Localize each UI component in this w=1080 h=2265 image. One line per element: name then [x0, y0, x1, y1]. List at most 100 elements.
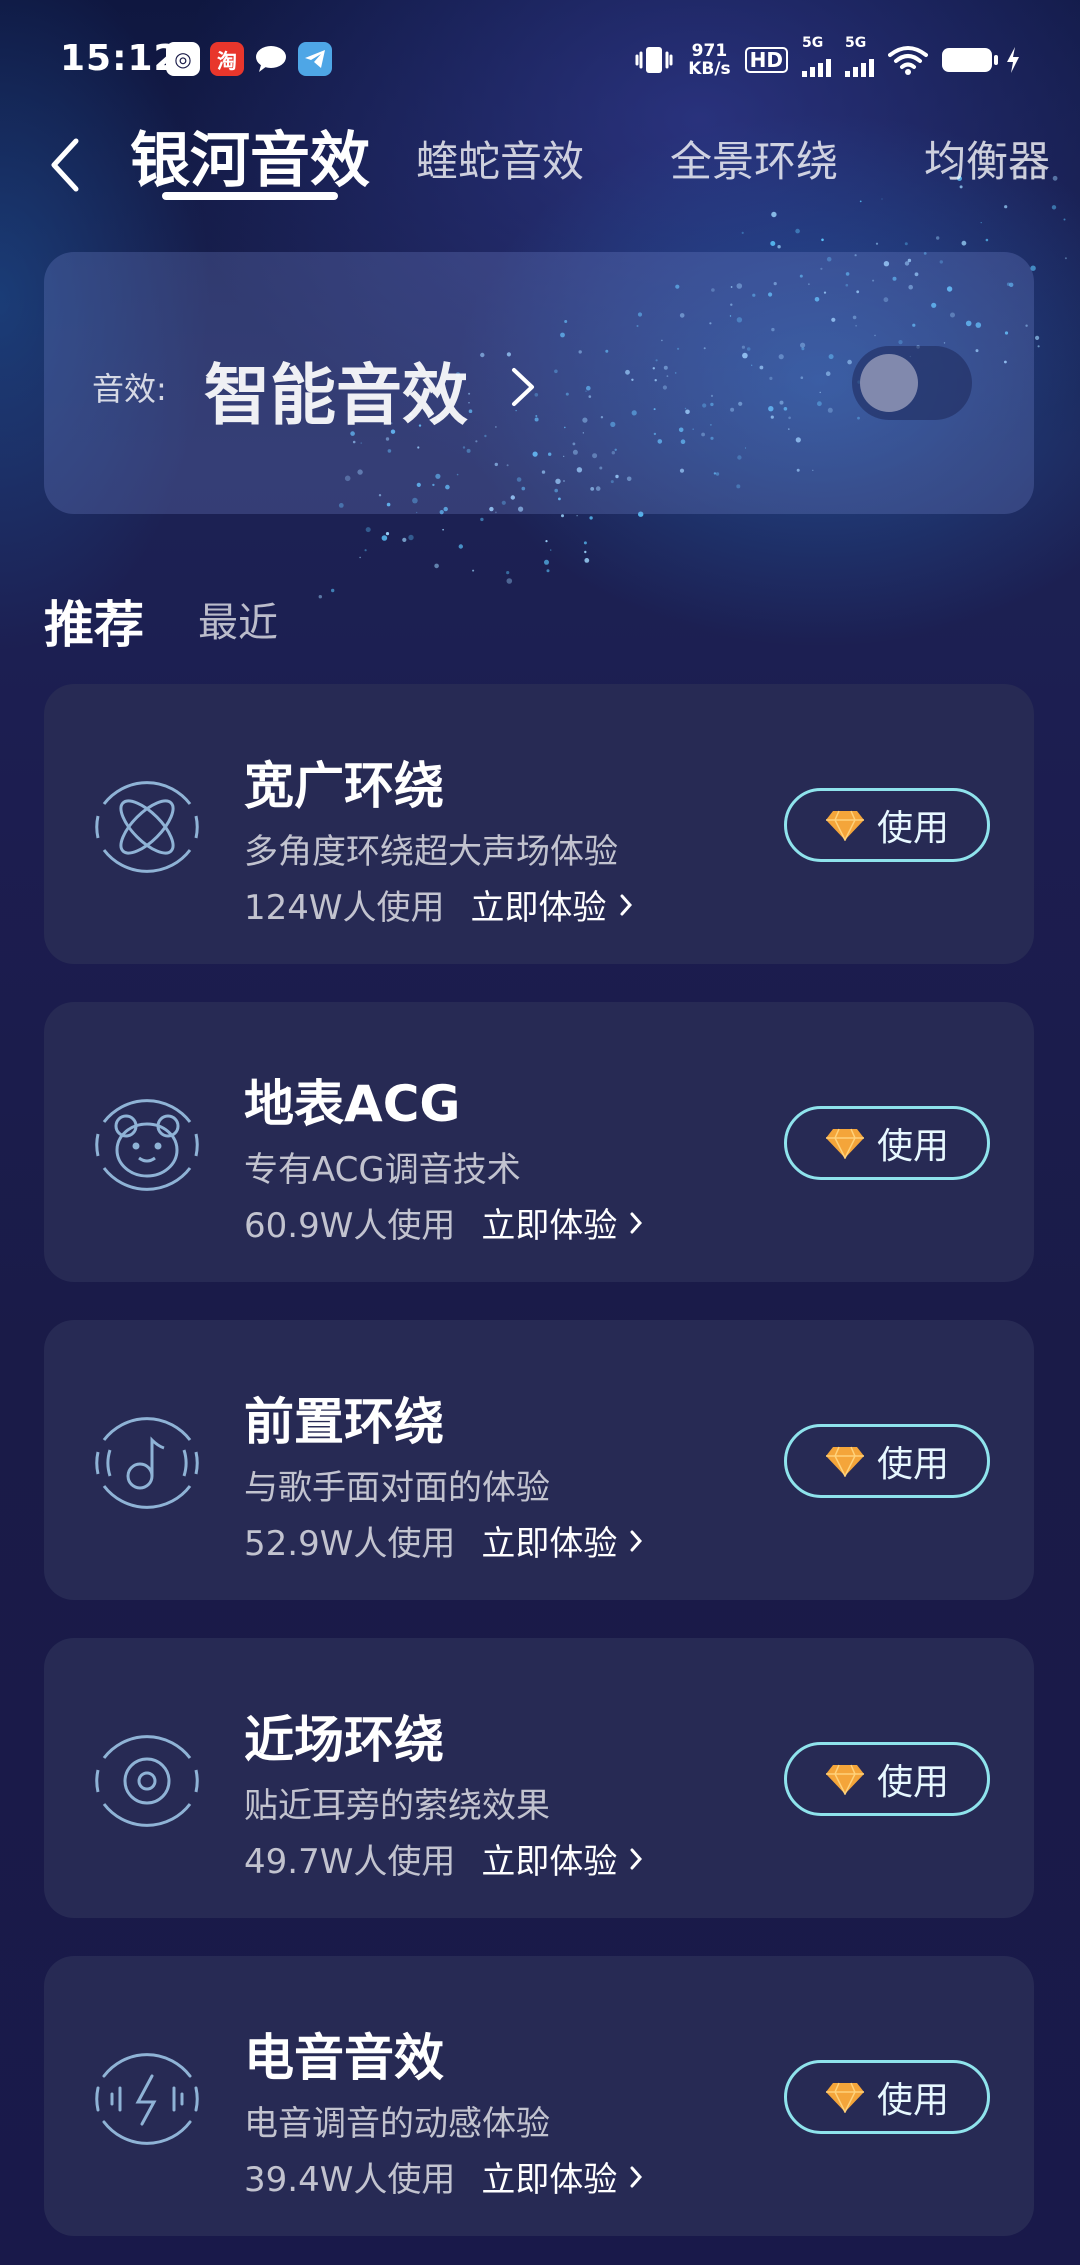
star-dot: [985, 238, 989, 242]
music-note-icon: [95, 1417, 199, 1509]
effect-card-front-surround[interactable]: 前置环绕 与歌手面对面的体验 52.9W人使用 立即体验 使用: [44, 1320, 1034, 1600]
use-button[interactable]: 使用: [784, 788, 990, 862]
star-dot: [544, 559, 549, 565]
effect-description: 与歌手面对面的体验: [244, 1468, 550, 1508]
star-dot: [408, 534, 414, 541]
vibrate-icon: [635, 47, 673, 73]
status-time: 15:12: [60, 38, 180, 79]
use-button-label: 使用: [876, 808, 949, 849]
effect-name: 地表ACG: [244, 1075, 461, 1133]
try-now-label: 立即体验: [481, 1842, 618, 1882]
star-dot: [364, 549, 367, 552]
effect-card-electronic[interactable]: 电音音效 电音调音的动感体验 39.4W人使用 立即体验 使用: [44, 1956, 1034, 2236]
chevron-right-icon: [630, 1212, 643, 1233]
effect-usage: 52.9W人使用 立即体验: [244, 1516, 643, 1565]
hd-badge: HD: [744, 47, 788, 73]
effect-card-wide-surround[interactable]: 宽广环绕 多角度环绕超大声场体验 124W人使用 立即体验 使用: [44, 684, 1034, 964]
use-button-label: 使用: [876, 2080, 949, 2121]
star-dot: [506, 578, 513, 584]
try-now-link[interactable]: 立即体验: [481, 1516, 643, 1565]
star-dot: [381, 535, 388, 541]
star-dot: [936, 236, 940, 240]
star-dot: [875, 242, 879, 245]
try-now-label: 立即体验: [470, 888, 607, 928]
effect-usage: 124W人使用 立即体验: [244, 880, 633, 929]
diamond-icon: [825, 810, 864, 841]
tab-panoramic-surround[interactable]: 全景环绕: [670, 128, 838, 189]
try-now-link[interactable]: 立即体验: [481, 2152, 643, 2201]
use-button-label: 使用: [876, 1762, 949, 1803]
tab-recommended[interactable]: 推荐: [44, 585, 144, 657]
atom-icon: [95, 781, 199, 873]
signal-1-label: 5G: [802, 35, 824, 51]
tab-viper-effects[interactable]: 蝰蛇音效: [416, 128, 584, 189]
star-dot: [1063, 218, 1066, 221]
star-dot: [771, 211, 777, 218]
star-dot: [434, 563, 439, 569]
use-button[interactable]: 使用: [784, 1424, 990, 1498]
effect-usage: 49.7W人使用 立即体验: [244, 1834, 643, 1883]
network-speed-unit: KB/s: [688, 59, 731, 79]
star-dot: [359, 556, 361, 559]
try-now-link[interactable]: 立即体验: [481, 1198, 643, 1247]
telegram-icon: [298, 42, 332, 76]
star-dot: [402, 537, 407, 543]
use-button[interactable]: 使用: [784, 1106, 990, 1180]
tab-equalizer[interactable]: 均衡器: [924, 128, 1050, 189]
chevron-right-icon[interactable]: [506, 364, 540, 410]
tab-recent[interactable]: 最近: [198, 590, 278, 648]
star-dot: [1035, 335, 1040, 340]
signal-1-icon: 5G: [802, 35, 831, 77]
charging-icon: [1007, 47, 1019, 73]
star-dot: [472, 569, 475, 572]
use-button[interactable]: 使用: [784, 2060, 990, 2134]
star-dot: [442, 528, 444, 531]
usage-count: 60.9W人使用: [244, 1206, 456, 1246]
taobao-icon: 淘: [210, 42, 244, 76]
try-now-label: 立即体验: [481, 1524, 618, 1564]
diamond-icon: [825, 1764, 864, 1795]
battery-icon: [942, 48, 998, 72]
chevron-right-icon: [630, 1530, 643, 1551]
try-now-label: 立即体验: [481, 2160, 618, 2200]
sound-effect-toggle[interactable]: [852, 346, 972, 420]
effect-card-acg[interactable]: 地表ACG 专有ACG调音技术 60.9W人使用 立即体验 使用: [44, 1002, 1034, 1282]
star-dot: [576, 515, 578, 517]
active-tab-indicator: [162, 192, 338, 200]
star-dot: [385, 532, 390, 536]
star-dot: [561, 514, 564, 518]
sound-effect-mode-card: 音效: 智能音效: [44, 252, 1034, 514]
back-button[interactable]: [40, 130, 90, 200]
chat-icon: [254, 42, 288, 76]
star-dot: [318, 595, 322, 599]
star-dot: [546, 569, 550, 573]
effect-usage: 60.9W人使用 立即体验: [244, 1198, 643, 1247]
app-icon: ◎: [166, 42, 200, 76]
star-dot: [584, 550, 587, 554]
effect-name: 宽广环绕: [244, 757, 444, 815]
effect-description: 电音调音的动感体验: [244, 2104, 550, 2144]
use-button[interactable]: 使用: [784, 1742, 990, 1816]
star-dot: [795, 228, 800, 234]
use-button-label: 使用: [876, 1126, 949, 1167]
try-now-link[interactable]: 立即体验: [481, 1834, 643, 1883]
status-right-group: 971 KB/s HD 5G 5G: [634, 35, 1020, 82]
usage-count: 49.7W人使用: [244, 1842, 456, 1882]
mode-selector[interactable]: 智能音效: [204, 342, 468, 438]
diamond-icon: [825, 2082, 864, 2113]
try-now-link[interactable]: 立即体验: [471, 880, 633, 929]
star-dot: [506, 571, 510, 575]
diamond-icon: [825, 1446, 864, 1477]
bear-icon: [95, 1099, 199, 1191]
star-dot: [980, 222, 982, 224]
tab-galaxy-effects[interactable]: 银河音效: [130, 112, 370, 199]
effect-description: 专有ACG调音技术: [244, 1150, 521, 1190]
effect-name: 前置环绕: [244, 1393, 444, 1451]
effect-description: 多角度环绕超大声场体验: [244, 832, 618, 872]
mode-label: 音效:: [92, 370, 167, 408]
star-dot: [777, 245, 781, 249]
chevron-right-icon: [630, 2166, 643, 2187]
effect-card-near-field[interactable]: 近场环绕 贴近耳旁的萦绕效果 49.7W人使用 立即体验 使用: [44, 1638, 1034, 1918]
network-speed: 971 KB/s: [688, 42, 730, 78]
toggle-knob: [860, 354, 918, 412]
